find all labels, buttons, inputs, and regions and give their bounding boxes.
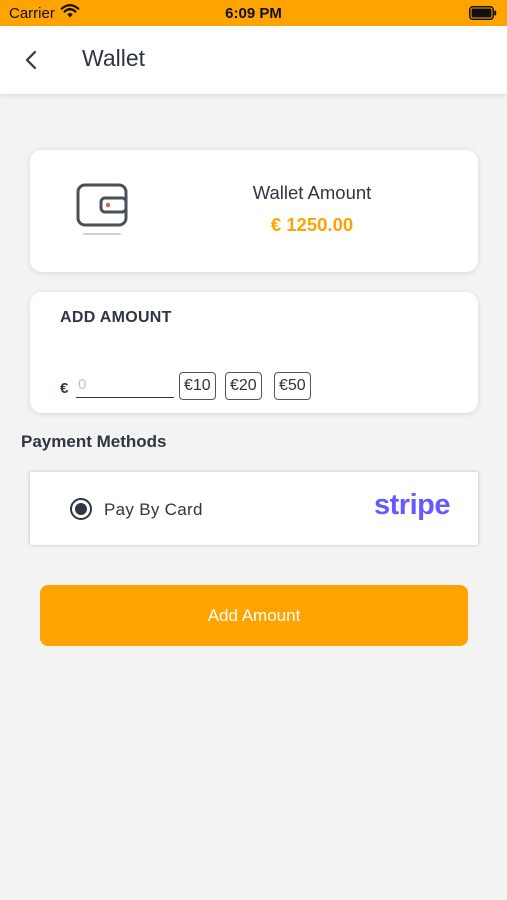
back-button[interactable] (18, 46, 46, 74)
quick-amount-50-button[interactable]: €50 (274, 372, 311, 400)
currency-symbol: € (60, 380, 69, 397)
battery-icon (469, 6, 497, 24)
payment-method-label: Pay By Card (104, 500, 203, 519)
payment-methods-title: Payment Methods (21, 432, 167, 451)
stripe-logo: stripe (374, 489, 450, 521)
quick-amount-20-button[interactable]: €20 (225, 372, 262, 400)
status-bar: Carrier 6:09 PM (0, 0, 507, 26)
add-amount-heading: ADD AMOUNT (60, 309, 172, 326)
amount-input[interactable] (76, 372, 174, 398)
add-amount-button[interactable]: Add Amount (40, 585, 468, 646)
wallet-balance-card: Wallet Amount € 1250.00 (30, 150, 478, 272)
add-amount-card: ADD AMOUNT € €10 €20 €50 (30, 292, 478, 413)
radio-selected-icon[interactable] (70, 498, 92, 520)
quick-amount-10-button[interactable]: €10 (179, 372, 216, 400)
wallet-amount-value: € 1250.00 (270, 214, 354, 235)
wallet-amount-label: Wallet Amount (252, 182, 372, 203)
chevron-left-icon (25, 50, 37, 70)
payment-method-card-option[interactable]: Pay By Card stripe (30, 472, 478, 545)
wallet-icon (74, 180, 130, 243)
nav-bar: Wallet (0, 26, 507, 94)
page-title: Wallet (82, 45, 146, 71)
clock: 6:09 PM (225, 5, 282, 22)
